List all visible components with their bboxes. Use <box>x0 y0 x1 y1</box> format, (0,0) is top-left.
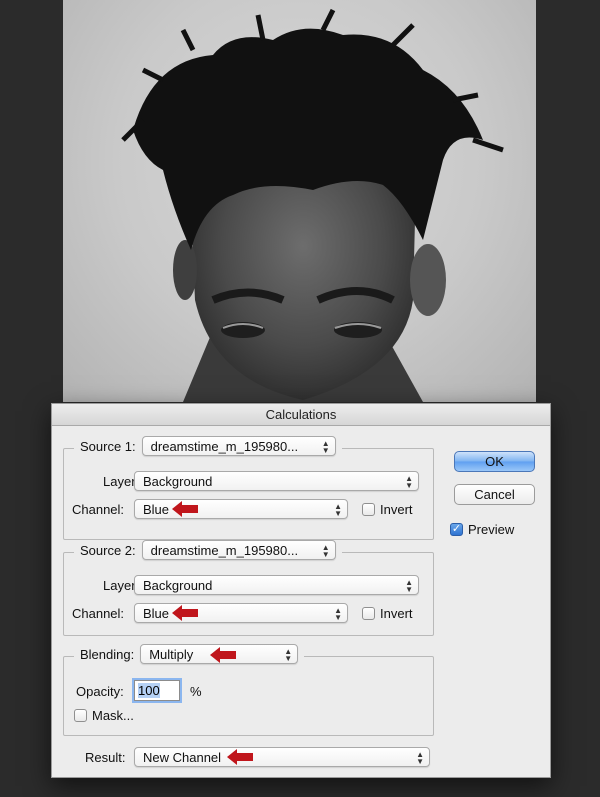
source2-legend: Source 2: dreamstime_m_195980... ▲ ▼ <box>74 540 342 560</box>
blending-label: Blending: <box>80 646 135 662</box>
annotation-arrow-icon <box>172 605 198 621</box>
popup-arrows-icon: ▲ ▼ <box>405 474 413 490</box>
opacity-label: Opacity: <box>76 684 124 699</box>
blending-legend: Blending: Multiply ▲ ▼ <box>74 644 305 664</box>
checkbox-box[interactable] <box>362 607 375 620</box>
portrait-image <box>121 8 504 402</box>
source2-channel-select[interactable]: Blue ▲ ▼ <box>134 603 348 623</box>
checkbox-box[interactable] <box>74 709 87 722</box>
opacity-value: 100 <box>138 683 160 698</box>
photo-canvas <box>63 0 536 402</box>
source1-document-select[interactable]: dreamstime_m_195980... ▲ ▼ <box>141 436 336 456</box>
checkbox-box[interactable] <box>362 503 375 516</box>
popup-arrows-icon: ▲ ▼ <box>321 543 330 559</box>
source2-invert-label: Invert <box>380 606 413 621</box>
dialog-title: Calculations <box>52 404 550 426</box>
mask-label: Mask... <box>92 708 134 723</box>
source2-layer-select[interactable]: Background ▲ ▼ <box>134 575 419 595</box>
annotation-arrow-icon <box>227 749 253 765</box>
source1-channel-value: Blue <box>143 502 170 517</box>
source1-invert-label: Invert <box>380 502 413 517</box>
source1-document-value: dreamstime_m_195980... <box>150 439 299 454</box>
source2-invert-checkbox[interactable]: Invert <box>362 606 413 621</box>
source2-layer-value: Background <box>143 578 213 593</box>
popup-arrows-icon: ▲ ▼ <box>405 578 413 594</box>
source1-channel-label: Channel: <box>72 502 125 517</box>
cancel-button[interactable]: Cancel <box>454 484 535 505</box>
preview-label: Preview <box>468 522 515 537</box>
popup-arrows-icon: ▲ ▼ <box>334 502 342 518</box>
source1-layer-value: Background <box>143 474 213 489</box>
result-label: Result: <box>85 750 126 765</box>
checkmark-icon[interactable]: ✓ <box>450 523 463 536</box>
popup-arrows-icon: ▲ ▼ <box>284 647 293 663</box>
ok-button[interactable]: OK <box>454 451 535 472</box>
annotation-arrow-icon <box>172 501 198 517</box>
result-select[interactable]: New Channel ▲ ▼ <box>134 747 430 767</box>
source1-group <box>63 448 434 540</box>
popup-arrows-icon: ▲ ▼ <box>334 606 342 622</box>
source2-document-select[interactable]: dreamstime_m_195980... ▲ ▼ <box>141 540 336 560</box>
calculations-dialog: Calculations Source 1: dreamstime_m_1959… <box>51 403 551 778</box>
source1-channel-select[interactable]: Blue ▲ ▼ <box>134 499 348 519</box>
opacity-input[interactable]: 100 <box>134 680 180 701</box>
result-value: New Channel <box>143 750 222 765</box>
source2-label: Source 2: <box>80 542 136 558</box>
source2-channel-label: Channel: <box>72 606 125 621</box>
source1-label: Source 1: <box>80 438 136 454</box>
mask-checkbox[interactable]: Mask... <box>74 708 134 723</box>
preview-checkbox[interactable]: ✓ Preview <box>450 522 514 537</box>
popup-arrows-icon: ▲ ▼ <box>416 750 424 766</box>
annotation-arrow-icon <box>210 647 236 663</box>
source1-legend: Source 1: dreamstime_m_195980... ▲ ▼ <box>74 436 342 456</box>
popup-arrows-icon: ▲ ▼ <box>321 439 330 455</box>
source1-layer-select[interactable]: Background ▲ ▼ <box>134 471 419 491</box>
source2-channel-value: Blue <box>143 606 170 621</box>
blending-mode-value: Multiply <box>149 647 194 662</box>
source2-document-value: dreamstime_m_195980... <box>150 543 299 558</box>
source1-invert-checkbox[interactable]: Invert <box>362 502 413 517</box>
opacity-unit: % <box>190 684 202 699</box>
